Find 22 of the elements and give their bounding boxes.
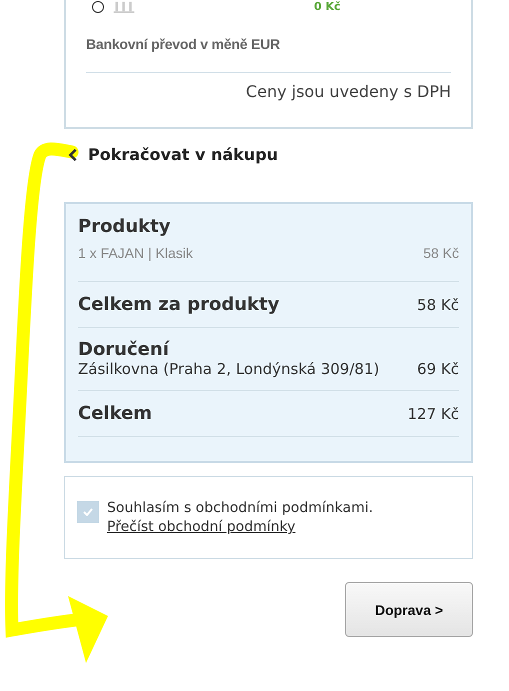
subtotal-label: Celkem za produkty [78,294,280,315]
check-icon [83,508,93,516]
bank-icon [112,1,136,13]
next-button[interactable]: Doprava > [345,582,473,637]
checkbox[interactable] [77,501,99,523]
payment-price: 0 Kč [314,1,341,13]
delivery-name: Zásilkovna (Praha 2, Londýnská 309/81) [78,360,380,378]
chevron-left-icon [68,148,78,162]
product-name: 1 x FAJAN | Klasik [78,245,193,261]
section-title: Doručení [78,340,170,360]
product-price: 58 Kč [423,245,459,261]
total-value: 127 Kč [408,404,459,422]
subtotal-value: 58 Kč [417,296,459,314]
continue-shopping-link[interactable]: Pokračovat v nákupu [68,145,509,164]
terms-link[interactable]: Přečíst obchodní podmínky [107,519,296,535]
section-title: Produkty [78,216,172,237]
payment-label: Bankovní převod v měně EUR [86,36,281,52]
radio-button[interactable] [92,1,104,13]
terms-text: Souhlasím s obchodními podmínkami. [107,499,374,518]
vat-note: Ceny jsou uvedeny s DPH [244,82,451,101]
total-label: Celkem [78,403,152,424]
delivery-price: 69 Kč [417,360,459,378]
